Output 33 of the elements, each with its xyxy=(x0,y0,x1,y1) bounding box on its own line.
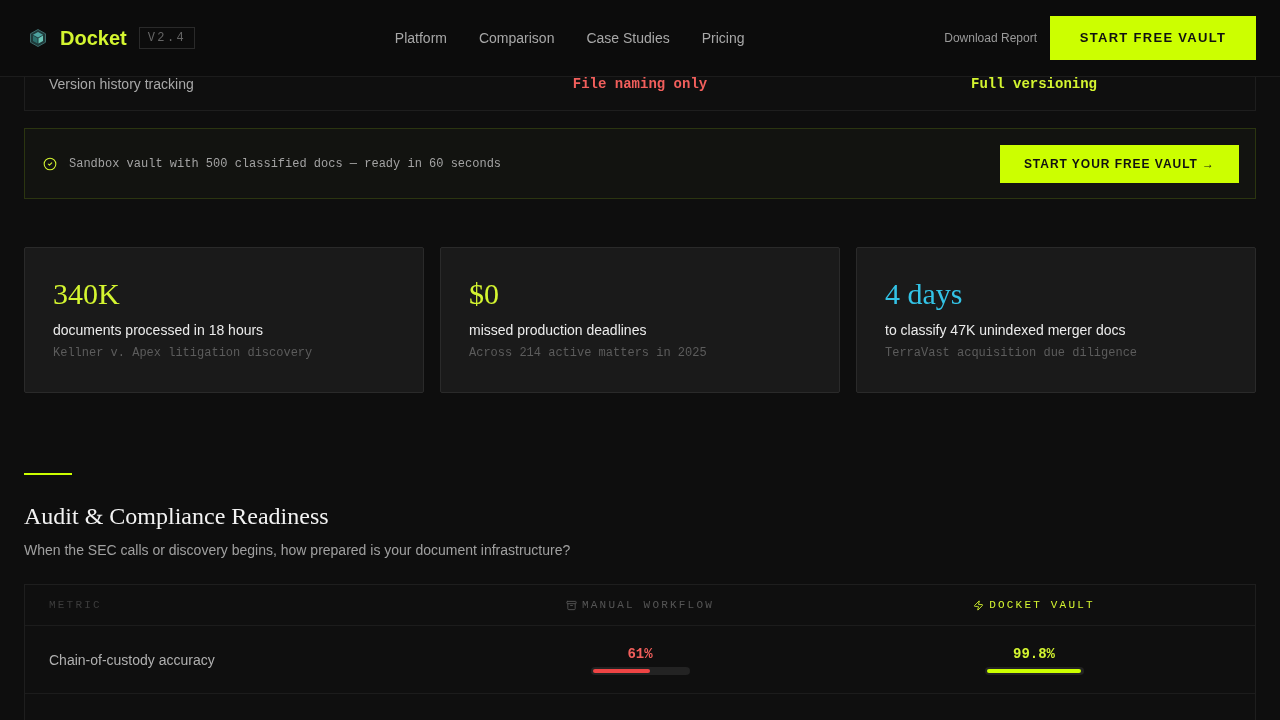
start-free-vault-button[interactable]: START FREE VAULT xyxy=(1050,16,1256,60)
archive-icon xyxy=(566,599,577,611)
metric-value: File naming only xyxy=(572,77,708,91)
metric-label: Chain-of-custody accuracy xyxy=(49,650,216,670)
stat-label: documents processed in 18 hours xyxy=(53,321,265,340)
stat-source: Kellner v. Apex litigation discovery xyxy=(53,345,314,361)
stat-label: to classify 47K unindexed merger docs xyxy=(885,321,1127,340)
banner-text: Sandbox vault with 500 classified docs — ready in 60 seconds xyxy=(69,155,502,173)
hexagon-cube-logo-icon xyxy=(30,29,46,47)
nav-link[interactable]: Platform xyxy=(394,27,447,49)
nav-link[interactable]: Case Studies xyxy=(586,27,670,49)
stat-source: Across 214 active matters in 2025 xyxy=(469,345,708,361)
stat-value: 340K xyxy=(53,276,121,312)
start-your-free-vault-button[interactable]: START YOUR FREE VAULT → xyxy=(1000,144,1239,183)
stat-value: $0 xyxy=(469,276,500,312)
section-subtitle: When the SEC calls or discovery begins, how prepared is your document infrastructure? xyxy=(24,541,572,560)
lightning-icon xyxy=(973,599,985,611)
brand-name[interactable]: Docket xyxy=(60,23,127,53)
nav-link[interactable]: Pricing xyxy=(701,27,745,49)
metric-value: Full versioning xyxy=(971,77,1097,91)
metric-label: Version history tracking xyxy=(49,77,195,91)
metric-value: 61% xyxy=(627,645,653,664)
section-title: Audit & Compliance Readiness xyxy=(24,502,330,531)
check-circle-icon xyxy=(43,156,57,171)
download-report-link[interactable]: Download Report xyxy=(944,29,1037,47)
nav-link[interactable]: Comparison xyxy=(478,27,555,49)
stat-value: 4 days xyxy=(885,276,964,312)
stat-source: TerraVast acquisition due diligence xyxy=(885,345,1139,361)
metric-value: 99.8% xyxy=(1013,645,1055,664)
column-header: MANUAL WORKFLOW xyxy=(582,597,714,613)
stat-label: missed production deadlines xyxy=(469,321,648,340)
version-tag: V2.4 xyxy=(138,27,196,49)
column-header: DOCKET VAULT xyxy=(989,597,1095,613)
